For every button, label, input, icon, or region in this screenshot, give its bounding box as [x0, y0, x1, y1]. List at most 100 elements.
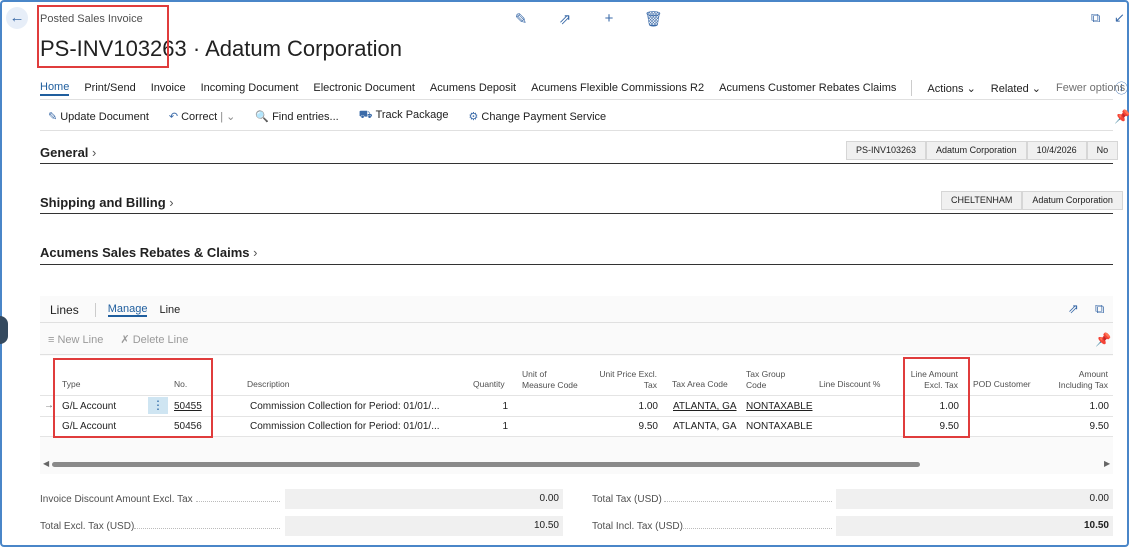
total-incl-tax-value: 10.50: [836, 516, 1113, 536]
track-package-button[interactable]: ⛟ Track Package: [359, 109, 449, 123]
correct-label: Correct: [181, 110, 218, 123]
side-panel-handle[interactable]: [0, 316, 8, 344]
rebates-section-header[interactable]: Acumens Sales Rebates & Claims ›: [40, 245, 258, 260]
share-icon[interactable]: ⇗: [1068, 301, 1079, 317]
col-header-uom-line2: Measure Code: [522, 380, 578, 390]
chevron-down-icon: ⌄: [966, 82, 976, 95]
lines-title: Lines: [50, 303, 79, 317]
track-package-label: Track Package: [375, 109, 449, 121]
section-divider: [40, 163, 1113, 164]
row2-tax-area[interactable]: ATLANTA, GA: [673, 421, 737, 432]
find-icon: 🔍: [255, 110, 270, 123]
chevron-down-icon: ⌄: [1031, 82, 1041, 95]
tab-acumens-deposit[interactable]: Acumens Deposit: [430, 82, 516, 94]
lines-tabs: Lines Manage Line: [50, 303, 180, 317]
actions-toolbar: ✎ Update Document ↶ Correct | ⌄ 🔍 Find entr…: [48, 109, 606, 123]
col-header-amount-incl[interactable]: Amount Including Tax: [1045, 369, 1108, 391]
delete-line-label: Delete Line: [132, 334, 189, 346]
row1-description[interactable]: Commission Collection for Period: 01/01/…: [250, 401, 440, 412]
shipping-section-header[interactable]: Shipping and Billing ›: [40, 195, 174, 210]
update-document-label: Update Document: [60, 110, 149, 123]
shipping-summary: CHELTENHAM Adatum Corporation: [941, 191, 1123, 210]
col-header-tax-area[interactable]: Tax Area Code: [672, 379, 728, 390]
correct-button[interactable]: ↶ Correct | ⌄: [169, 110, 235, 123]
total-excl-tax-value: 10.50: [285, 516, 563, 536]
pin-icon[interactable]: 📌: [1114, 109, 1129, 125]
back-arrow-icon[interactable]: ←: [6, 7, 28, 29]
row1-tax-area[interactable]: ATLANTA, GA: [673, 401, 737, 412]
summary-invoice-no: PS-INV103263: [846, 141, 927, 160]
row2-description[interactable]: Commission Collection for Period: 01/01/…: [250, 421, 440, 432]
scroll-right-icon[interactable]: ▶: [1104, 459, 1110, 468]
col-header-unit-price[interactable]: Unit Price Excl. Tax: [595, 369, 657, 391]
share-icon[interactable]: ⇗: [556, 10, 574, 28]
total-tax-value: 0.00: [836, 489, 1113, 509]
related-menu[interactable]: Related ⌄: [991, 82, 1041, 95]
col-header-tax-group[interactable]: Tax Group Code: [746, 369, 785, 391]
expand-icon[interactable]: ⧉: [1095, 301, 1104, 317]
col-header-uom[interactable]: Unit of Measure Code: [522, 369, 578, 391]
row1-unit-price[interactable]: 1.00: [600, 401, 658, 412]
customer-name: Adatum Corporation: [205, 36, 402, 61]
summary-bill-to: Adatum Corporation: [1022, 191, 1123, 210]
tab-line[interactable]: Line: [159, 304, 180, 316]
summary-ship-to: CHELTENHAM: [941, 191, 1023, 210]
horizontal-scrollbar[interactable]: [52, 462, 920, 467]
find-entries-button[interactable]: 🔍 Find entries...: [255, 110, 338, 123]
total-excl-tax-label: Total Excl. Tax (USD): [40, 521, 135, 532]
col-header-pod-customer[interactable]: POD Customer: [973, 379, 1031, 390]
chevron-right-icon: ›: [249, 245, 258, 260]
tab-acumens-customer-rebates[interactable]: Acumens Customer Rebates Claims: [719, 82, 896, 94]
summary-flag: No: [1086, 141, 1119, 160]
row1-amount-incl[interactable]: 1.00: [1050, 401, 1109, 412]
divider: [40, 354, 1113, 355]
scroll-left-icon[interactable]: ◀: [43, 459, 49, 468]
tab-acumens-flexible-commissions[interactable]: Acumens Flexible Commissions R2: [531, 82, 704, 94]
divider: [40, 322, 1113, 323]
nav-divider: [911, 80, 913, 96]
new-line-button[interactable]: ≡ New Line: [48, 334, 103, 346]
section-divider: [40, 213, 1113, 214]
col-header-incl-line1: Amount: [1078, 369, 1108, 379]
row2-unit-price[interactable]: 9.50: [600, 421, 658, 432]
col-header-price-line1: Unit Price Excl.: [599, 369, 657, 379]
col-header-quantity[interactable]: Quantity: [473, 379, 505, 390]
actions-menu[interactable]: Actions ⌄: [927, 82, 975, 95]
col-header-line-discount[interactable]: Line Discount %: [819, 379, 880, 390]
tab-home[interactable]: Home: [40, 81, 70, 96]
total-incl-tax-label: Total Incl. Tax (USD): [592, 521, 683, 532]
tab-invoice[interactable]: Invoice: [151, 82, 186, 94]
tab-print-send[interactable]: Print/Send: [84, 82, 135, 94]
action-bar: Home Print/Send Invoice Incoming Documen…: [40, 80, 1125, 96]
header-toolbar: ✎ ⇗ + 🗑: [512, 10, 663, 28]
row1-tax-group[interactable]: NONTAXABLE: [746, 401, 813, 412]
find-entries-label: Find entries...: [272, 110, 339, 123]
pencil-icon[interactable]: ✎: [512, 10, 530, 28]
col-header-incl-line2: Including Tax: [1058, 380, 1108, 390]
trash-icon[interactable]: 🗑: [644, 10, 663, 28]
lines-actions: ≡ New Line ✗ Delete Line: [48, 333, 188, 346]
section-divider: [40, 264, 1113, 265]
tab-incoming-document[interactable]: Incoming Document: [201, 82, 299, 94]
row2-amount-incl[interactable]: 9.50: [1050, 421, 1109, 432]
update-document-button[interactable]: ✎ Update Document: [48, 110, 149, 123]
tab-manage[interactable]: Manage: [107, 303, 148, 317]
col-header-price-line2: Tax: [643, 380, 657, 390]
collapse-icon[interactable]: ↙: [1114, 10, 1125, 26]
dotted-leader: [134, 528, 280, 529]
plus-icon[interactable]: +: [600, 10, 618, 28]
col-header-taxgroup-line1: Tax Group: [746, 369, 786, 379]
row2-tax-group[interactable]: NONTAXABLE: [746, 421, 813, 432]
tab-electronic-document[interactable]: Electronic Document: [313, 82, 415, 94]
change-payment-service-button[interactable]: ⚙ Change Payment Service: [469, 110, 607, 123]
new-line-icon: ≡: [48, 334, 55, 346]
col-header-description[interactable]: Description: [247, 379, 290, 390]
fewer-options-button[interactable]: Fewer options: [1056, 82, 1125, 94]
delete-line-button[interactable]: ✗ Delete Line: [120, 334, 188, 346]
open-new-window-icon[interactable]: ⧉: [1091, 10, 1100, 26]
row1-quantity[interactable]: 1: [480, 401, 508, 412]
row2-quantity[interactable]: 1: [480, 421, 508, 432]
general-section-header[interactable]: General ›: [40, 145, 96, 160]
pin-icon[interactable]: 📌: [1095, 332, 1111, 348]
payment-icon: ⚙: [468, 110, 479, 123]
